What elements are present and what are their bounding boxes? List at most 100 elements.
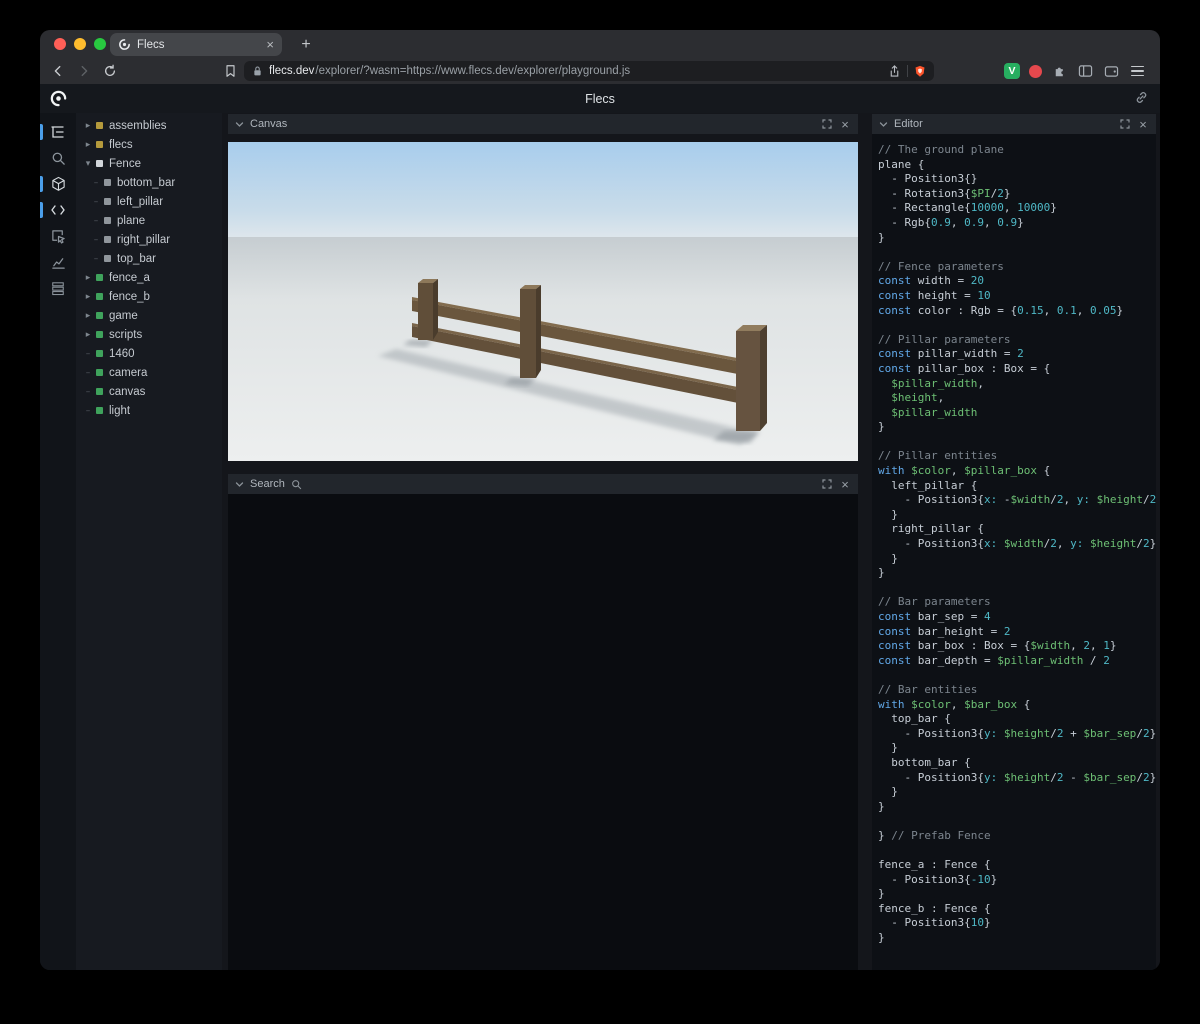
entity-kind-square xyxy=(96,141,103,148)
entity-kind-square xyxy=(104,217,111,224)
tree-item-right_pillar[interactable]: – right_pillar xyxy=(76,230,222,249)
code-line: const pillar_box : Box = { xyxy=(878,361,1051,375)
bookmark-icon[interactable] xyxy=(222,63,238,79)
share-icon[interactable] xyxy=(888,64,901,78)
sidebar-icon-code[interactable] xyxy=(40,197,76,223)
entity-kind-square xyxy=(104,255,111,262)
chevron-right-icon[interactable]: ▸ xyxy=(82,140,94,150)
code-line: const color : Rgb = {0.15, 0.1, 0.05} xyxy=(878,303,1124,317)
tree-item-scripts[interactable]: ▸ scripts xyxy=(76,325,222,344)
code-line: // Bar parameters xyxy=(878,595,991,609)
chevron-right-icon[interactable]: ▸ xyxy=(82,273,94,283)
entity-kind-square xyxy=(96,331,103,338)
tree-item-plane[interactable]: – plane xyxy=(76,211,222,230)
tree-item-assemblies[interactable]: ▸ assemblies xyxy=(76,116,222,135)
window-minimize-button[interactable] xyxy=(74,38,86,50)
expand-icon[interactable] xyxy=(1119,118,1131,130)
code-line: const pillar_width = 2 xyxy=(878,347,1024,361)
code-line: } xyxy=(878,799,885,813)
browser-navbar: flecs.dev /explorer/?wasm=https://www.fl… xyxy=(40,58,1160,84)
chevron-right-icon[interactable]: ▸ xyxy=(82,292,94,302)
entity-tree: ▸ assemblies ▸ flecs ▾ Fence – bottom_bar – left_… xyxy=(76,113,222,970)
close-icon[interactable]: × xyxy=(1137,118,1149,131)
entity-kind-square xyxy=(96,407,103,414)
chevron-down-icon[interactable] xyxy=(235,120,244,129)
chevron-right-icon[interactable]: ▸ xyxy=(82,311,94,321)
close-icon[interactable]: × xyxy=(839,478,851,491)
back-button[interactable] xyxy=(50,63,66,79)
extension-icon-v[interactable]: V xyxy=(1004,63,1020,79)
menu-icon[interactable] xyxy=(1129,63,1146,80)
tree-item-Fence[interactable]: ▾ Fence xyxy=(76,154,222,173)
wallet-icon[interactable] xyxy=(1103,63,1120,80)
window-close-button[interactable] xyxy=(54,38,66,50)
canvas-panel: Canvas × xyxy=(228,114,858,463)
tree-item-canvas[interactable]: – canvas xyxy=(76,382,222,401)
sidebar-icon-inspect[interactable] xyxy=(40,223,76,249)
tree-item-game[interactable]: ▸ game xyxy=(76,306,222,325)
entity-kind-square xyxy=(96,369,103,376)
chevron-right-icon[interactable]: ▸ xyxy=(82,121,94,131)
chevron-down-icon[interactable]: ▾ xyxy=(82,159,94,169)
sidebar-icon-tables[interactable] xyxy=(40,275,76,301)
extension-icon-red[interactable] xyxy=(1029,64,1042,78)
forward-button[interactable] xyxy=(76,63,92,79)
tree-item-fence_a[interactable]: ▸ fence_a xyxy=(76,268,222,287)
tree-item-flecs[interactable]: ▸ flecs xyxy=(76,135,222,154)
link-icon[interactable] xyxy=(1134,90,1150,106)
chevron-right-icon[interactable]: ▸ xyxy=(82,330,94,340)
sidebar-icon-canvas[interactable] xyxy=(40,171,76,197)
code-line: $pillar_width, xyxy=(891,376,984,390)
url-domain: flecs.dev xyxy=(269,65,315,77)
tree-item-top_bar[interactable]: – top_bar xyxy=(76,249,222,268)
canvas-viewport[interactable] xyxy=(228,142,858,461)
tree-item-1460[interactable]: – 1460 xyxy=(76,344,222,363)
url-path: /explorer/?wasm=https://www.flecs.dev/ex… xyxy=(315,65,631,77)
flecs-app: Flecs ▸ assemblies ▸ flecs ▾ Fence – bot… xyxy=(40,84,1160,970)
editor-panel-title: Editor xyxy=(894,118,923,130)
chevron-down-icon[interactable] xyxy=(879,120,888,129)
tree-item-label: bottom_bar xyxy=(117,176,176,189)
address-bar[interactable]: flecs.dev /explorer/?wasm=https://www.fl… xyxy=(244,61,934,81)
code-line: - Position3{-10} xyxy=(878,872,998,886)
expand-icon[interactable] xyxy=(821,118,833,130)
code-line: } xyxy=(878,931,885,945)
tree-item-light[interactable]: – light xyxy=(76,401,222,420)
leaf-dash-icon: – xyxy=(85,405,91,416)
search-results-area[interactable] xyxy=(228,494,858,970)
close-icon[interactable]: × xyxy=(839,118,851,131)
sidebar-icon-search[interactable] xyxy=(40,145,76,171)
tree-item-label: canvas xyxy=(109,385,146,398)
code-line: } xyxy=(878,420,885,434)
puzzle-icon[interactable] xyxy=(1051,63,1068,80)
sidebar-icon-tree[interactable] xyxy=(40,119,76,145)
sidebar-toggle-icon[interactable] xyxy=(1077,63,1094,80)
brave-shield-icon[interactable] xyxy=(914,65,926,78)
tree-item-label: camera xyxy=(109,366,148,379)
code-line: const bar_sep = 4 xyxy=(878,610,991,623)
window-zoom-button[interactable] xyxy=(94,38,106,50)
sidebar-icon-stats[interactable] xyxy=(40,249,76,275)
leaf-dash-icon: – xyxy=(85,367,91,378)
tree-item-bottom_bar[interactable]: – bottom_bar xyxy=(76,173,222,192)
app-body: ▸ assemblies ▸ flecs ▾ Fence – bottom_bar – left_… xyxy=(40,113,1160,970)
expand-icon[interactable] xyxy=(821,478,833,490)
chevron-down-icon[interactable] xyxy=(235,480,244,489)
code-line: with $color, $bar_box { xyxy=(878,697,1031,711)
tree-item-left_pillar[interactable]: – left_pillar xyxy=(76,192,222,211)
code-line: // Bar entities xyxy=(878,682,978,696)
editor-code[interactable]: // The ground plane plane { - Position3{}… xyxy=(872,134,1156,970)
editor-panel-header: Editor × xyxy=(872,114,1156,134)
code-line: const bar_depth = $pillar_width / 2 xyxy=(878,653,1110,667)
entity-kind-square xyxy=(96,274,103,281)
tree-item-label: assemblies xyxy=(109,119,167,132)
code-line: - Position3{x: $width/2, y: $height/2} xyxy=(878,537,1156,551)
new-tab-button[interactable]: + xyxy=(294,33,318,56)
tab-close-icon[interactable]: × xyxy=(266,38,274,51)
browser-tab[interactable]: Flecs × xyxy=(110,33,282,56)
reload-button[interactable] xyxy=(102,63,118,79)
tree-item-camera[interactable]: – camera xyxy=(76,363,222,382)
code-line: } // Prefab Fence xyxy=(878,828,991,842)
tree-item-fence_b[interactable]: ▸ fence_b xyxy=(76,287,222,306)
